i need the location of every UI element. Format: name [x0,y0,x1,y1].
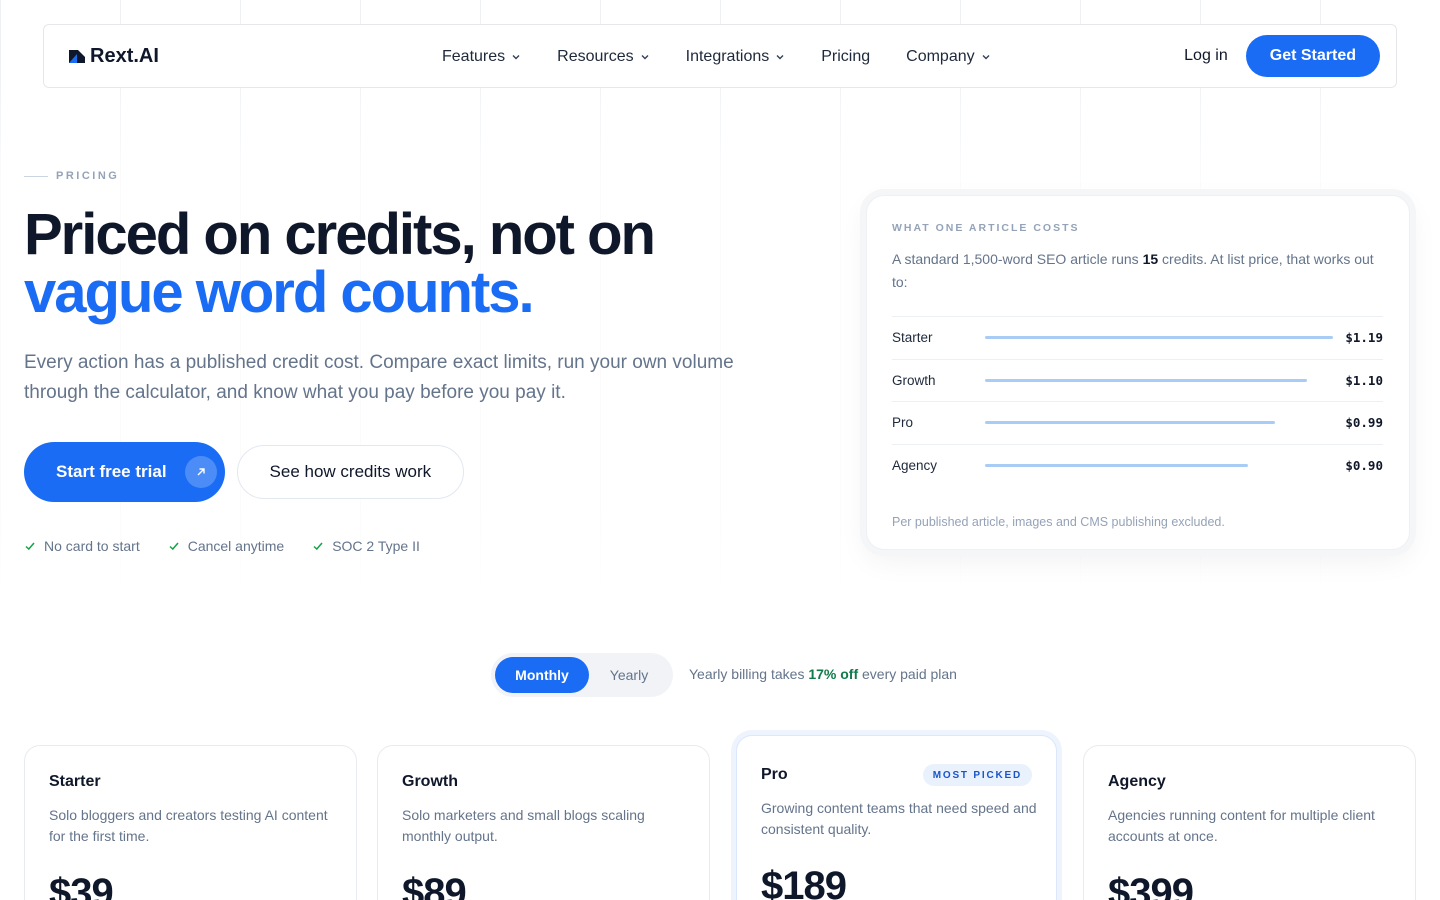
most-picked-badge: MOST PICKED [922,764,1032,786]
cost-bar-track [985,464,1333,468]
nav-item-integrations[interactable]: Integrations [686,48,786,66]
cost-bar [985,336,1333,340]
nav-item-label: Integrations [685,48,770,65]
cost-bar-track [985,378,1333,382]
plan-card-pro[interactable]: Pro MOST PICKED Growing content teams th… [736,735,1057,900]
plan-card-agency[interactable]: Agency Agencies running content for mult… [1083,745,1416,900]
plan-description: Agencies running content for multiple cl… [1108,807,1375,844]
plan-description: Solo marketers and small blogs scaling m… [402,807,645,844]
cost-row-agency: Agency $0.90 [892,445,1383,488]
nav-item-label: Resources [557,48,634,65]
page-title: Priced on credits, not on vague word cou… [24,206,784,322]
hero-cta-row: Start free trial See how credits work [24,442,465,502]
nav-item-features[interactable]: Features [442,48,521,66]
cost-card-footnote: Per published article, images and CMS pu… [892,515,1225,529]
billing-discount-note: Yearly billing takes 17% off every paid … [689,666,957,682]
plan-card-growth[interactable]: Growth Solo marketers and small blogs sc… [377,745,710,900]
arrow-up-right-icon [197,468,205,476]
login-link[interactable]: Log in [1182,47,1230,65]
nav-item-label: Pricing [821,48,871,65]
cost-bar [985,421,1275,425]
cost-card-label: WHAT ONE ARTICLE COSTS [892,222,1080,234]
plan-card-starter[interactable]: Starter Solo bloggers and creators testi… [24,745,357,900]
see-how-credits-work-button[interactable]: See how credits work [236,445,465,499]
billing-option-yearly[interactable]: Yearly [589,657,669,693]
check-label: SOC 2 Type II [332,538,420,554]
billing-option-monthly[interactable]: Monthly [495,657,589,693]
plan-price: $399 [1108,871,1194,900]
check-item: SOC 2 Type II [312,538,420,554]
logo-icon [69,50,85,63]
plan-price: $189 [761,864,847,900]
nav-item-pricing[interactable]: Pricing [821,48,870,66]
plan-name: Growth [892,372,936,388]
nav-item-resources[interactable]: Resources [557,48,649,66]
eyebrow-label: PRICING [56,170,120,182]
plan-description: Solo bloggers and creators testing AI co… [49,807,328,844]
hero-subtitle: Every action has a published credit cost… [24,352,734,403]
chevron-down-icon [776,55,784,60]
cost-bar [985,378,1307,382]
cost-price: $1.10 [1345,372,1383,388]
button-label: Start free trial [56,462,167,481]
arrow-circle [184,456,217,488]
cost-bar [985,464,1249,468]
nav-item-label: Features [442,48,506,65]
plan-price: $39 [49,871,114,900]
chevron-down-icon [641,55,649,60]
plan-title: Growth [402,773,458,790]
cost-price: $0.99 [1345,415,1383,431]
article-cost-card: WHAT ONE ARTICLE COSTS A standard 1,500-… [866,195,1410,550]
trust-checks: No card to start Cancel anytime SOC 2 Ty… [24,538,420,554]
eyebrow-divider [24,175,48,177]
title-line-2: vague word counts. [24,260,535,325]
plan-description: Growing content teams that need speed an… [761,800,1037,837]
billing-toggle: Monthly Yearly [491,653,673,697]
check-label: No card to start [44,538,140,554]
check-item: Cancel anytime [168,538,285,554]
desc-before: A standard 1,500-word SEO article runs [892,251,1143,267]
main-menu: Features Resources Integrations Pricing … [442,25,1027,89]
top-nav: Rext.AI Features Resources Integrations … [43,24,1397,88]
cost-price: $1.19 [1345,330,1383,346]
plan-name: Starter [892,330,933,346]
check-icon [169,542,179,551]
cost-bar-track [985,336,1333,340]
start-free-trial-button[interactable]: Start free trial [24,442,225,502]
nav-actions: Log in Get Started [1182,35,1380,77]
note-before: Yearly billing takes [689,666,809,682]
cost-card-description: A standard 1,500-word SEO article runs 1… [892,248,1386,294]
cost-rows: Starter $1.19 Growth $1.10 Pro $0.99 Age… [892,316,1383,487]
section-eyebrow: PRICING [24,170,119,182]
plan-title: Agency [1108,773,1166,790]
get-started-button[interactable]: Get Started [1245,35,1380,77]
brand-name: Rext.AI [90,44,159,67]
note-discount: 17% off [808,666,859,682]
check-icon [313,542,323,551]
check-item: No card to start [24,538,140,554]
plan-price: $89 [402,871,467,900]
desc-credits: 15 [1142,251,1159,267]
brand-logo[interactable]: Rext.AI [68,45,159,68]
plan-title: Starter [49,773,101,790]
cost-row-starter: Starter $1.19 [892,317,1383,360]
title-line-1: Priced on credits, not on [24,202,656,267]
chevron-down-icon [512,55,520,60]
chevron-down-icon [982,55,990,60]
check-label: Cancel anytime [187,538,285,554]
plan-name: Agency [892,458,938,474]
cost-row-growth: Growth $1.10 [892,360,1383,402]
nav-item-label: Company [906,48,975,65]
cost-price: $0.90 [1345,458,1383,474]
cost-row-pro: Pro $0.99 [892,402,1383,445]
check-icon [25,542,35,551]
note-after: every paid plan [858,666,957,682]
nav-item-company[interactable]: Company [906,48,990,66]
plan-name: Pro [892,415,914,431]
cost-bar-track [985,421,1333,425]
